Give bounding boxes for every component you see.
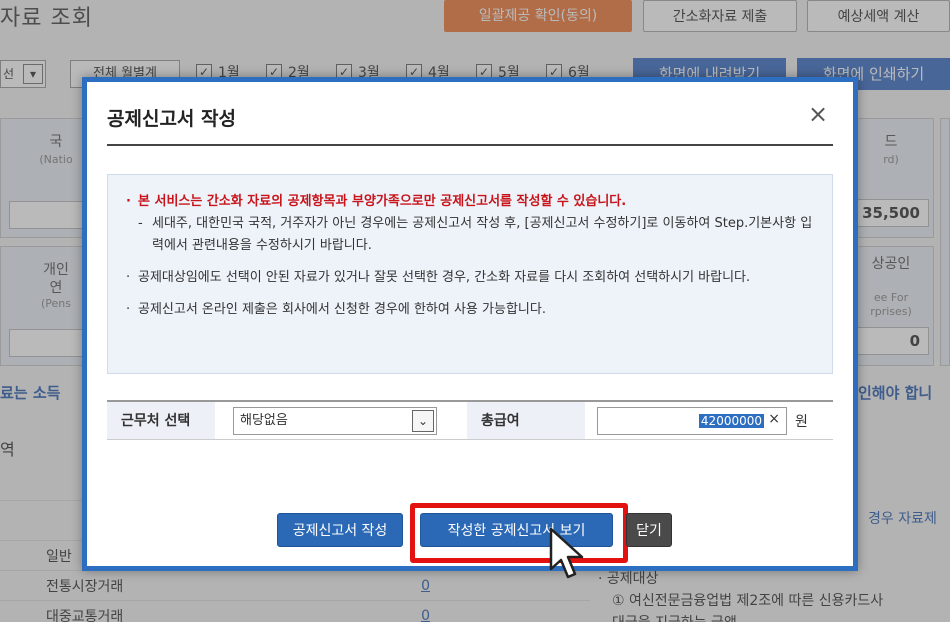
modal-title: 공제신고서 작성 <box>107 108 236 130</box>
close-button[interactable]: 닫기 <box>626 513 672 547</box>
workplace-select[interactable]: 해당없음 ⌄ <box>233 406 437 435</box>
close-icon[interactable]: × <box>805 102 831 128</box>
form-row: 근무처 선택 해당없음 ⌄ 총급여 42000000 × 원 <box>107 400 833 440</box>
deduction-form-modal: 공제신고서 작성 × · 본 서비스는 간소화 자료의 공제항목과 부양가족으로… <box>82 77 858 571</box>
info-notice: · 공제대상임에도 선택이 안된 자료가 있거나 잘못 선택한 경우, 간소화 … <box>126 270 751 285</box>
modal-header: 공제신고서 작성 × <box>107 100 833 146</box>
currency-unit: 원 <box>795 413 808 430</box>
info-notice: · 본 서비스는 간소화 자료의 공제항목과 부양가족으로만 공제신고서를 작성… <box>126 194 627 209</box>
write-form-button[interactable]: 공제신고서 작성 <box>277 513 403 547</box>
info-box: · 본 서비스는 간소화 자료의 공제항목과 부양가족으로만 공제신고서를 작성… <box>107 174 833 374</box>
total-salary-input[interactable]: 42000000 × <box>597 406 787 435</box>
info-notice: · 공제신고서 온라인 제출은 회사에서 신청한 경우에 한하여 사용 가능합니… <box>126 302 546 317</box>
info-subnotice: - 세대주, 대한민국 국적, 거주자가 아닌 경우에는 공제신고서 작성 후,… <box>138 216 813 253</box>
workplace-label: 근무처 선택 <box>107 402 215 439</box>
mouse-cursor-icon <box>549 527 584 579</box>
chevron-down-icon: ⌄ <box>412 409 434 432</box>
clear-icon[interactable]: × <box>768 411 780 427</box>
total-salary-label: 총급여 <box>467 402 585 439</box>
